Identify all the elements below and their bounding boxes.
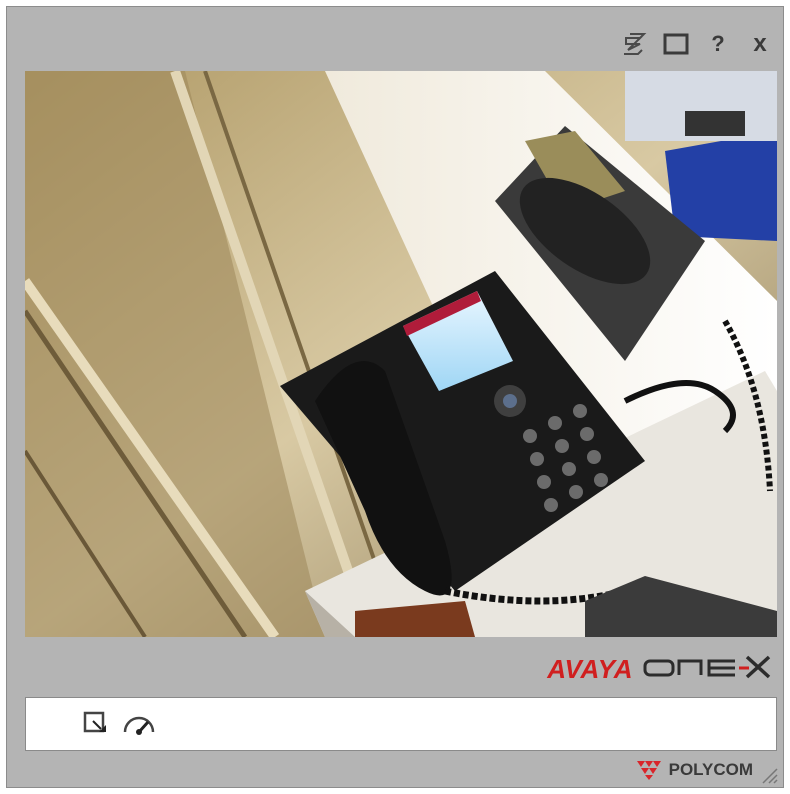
onex-logo-icon (643, 655, 771, 679)
status-footer: POLYCOM (7, 757, 783, 787)
help-label: ? (711, 31, 725, 56)
video-frame-image (25, 71, 777, 637)
polycom-wordmark: POLYCOM (668, 760, 753, 779)
gauge-icon[interactable] (122, 710, 155, 740)
help-icon[interactable]: ? (703, 29, 733, 59)
polycom-logo: POLYCOM (635, 759, 753, 781)
close-label: x (753, 30, 767, 57)
video-feed (25, 71, 777, 637)
avaya-onex-logo: AVAYA (547, 651, 773, 688)
layers-icon[interactable] (619, 29, 649, 59)
resize-grip-icon[interactable] (759, 765, 779, 785)
close-icon[interactable]: x (745, 29, 775, 59)
avaya-wordmark: AVAYA (547, 654, 633, 684)
polycom-triangles-icon (636, 761, 661, 780)
video-window: ? x AVAYA POLYCOM (6, 6, 784, 788)
select-window-icon[interactable] (82, 710, 112, 740)
onex-wordmark (643, 651, 773, 688)
window-controls: ? x (619, 27, 775, 61)
brand-bar: AVAYA (25, 647, 777, 687)
tool-bar (25, 697, 777, 751)
maximize-icon[interactable] (661, 29, 691, 59)
